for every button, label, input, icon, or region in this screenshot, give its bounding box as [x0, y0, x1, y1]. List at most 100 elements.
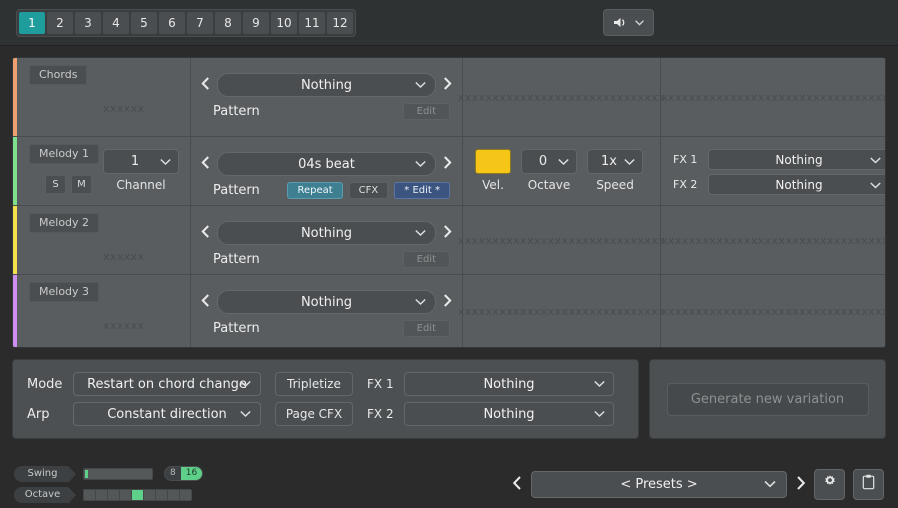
- tab-4[interactable]: 4: [103, 11, 129, 34]
- tab-3[interactable]: 3: [75, 11, 101, 34]
- pattern-next-button[interactable]: [443, 156, 452, 172]
- edit-button[interactable]: * Edit *: [394, 182, 450, 199]
- pattern-label: Pattern: [213, 321, 260, 336]
- panel-fx2-select[interactable]: Nothing: [404, 402, 614, 426]
- octave-segment-5[interactable]: [144, 489, 155, 500]
- track-fx-column: xxxxxxxxxxxxxxxxxxxxxxxxxxxxxxxxxxx: [661, 206, 886, 274]
- chevron-down-icon: [240, 377, 251, 392]
- chevron-down-icon: [594, 377, 605, 392]
- tab-6[interactable]: 6: [159, 11, 185, 34]
- tab-2[interactable]: 2: [47, 11, 73, 34]
- pattern-label: Pattern: [213, 183, 260, 198]
- pattern-row: Nothing: [201, 221, 452, 245]
- solo-button[interactable]: S: [45, 175, 66, 194]
- track-mid-column: xxxxxxxxxxxxxxxxxxxxxxxxxxxxxx: [458, 58, 665, 136]
- settings-button[interactable]: [814, 468, 845, 500]
- pattern-select[interactable]: Nothing: [217, 290, 436, 314]
- solo-mute-group: SM: [45, 175, 92, 194]
- preset-select[interactable]: < Presets >: [531, 470, 787, 498]
- pattern-prev-button[interactable]: [201, 77, 210, 93]
- pattern-select[interactable]: Nothing: [217, 221, 436, 245]
- edit-button[interactable]: Edit: [402, 103, 450, 120]
- tripletize-button[interactable]: Tripletize: [275, 372, 353, 396]
- panel-fx1-line: FX 1 Nothing: [367, 372, 614, 396]
- bottom-panel: Mode Restart on chord change Arp Constan…: [12, 359, 886, 439]
- page-cfx-button[interactable]: Page CFX: [275, 402, 353, 426]
- track-fx2-select[interactable]: Nothing: [708, 174, 885, 195]
- utility-buttons: Tripletize Page CFX: [275, 372, 353, 426]
- swing-slider-fill: [85, 469, 88, 478]
- pattern-prev-button[interactable]: [201, 156, 210, 172]
- volume-button[interactable]: [603, 9, 654, 36]
- pattern-next-button[interactable]: [443, 294, 452, 310]
- track-fx1-select[interactable]: Nothing: [708, 149, 885, 170]
- octave-segment-0[interactable]: [84, 489, 95, 500]
- channel-select[interactable]: 1: [103, 149, 179, 174]
- track-row: Melody 3 xxxxxx Nothing Pattern Edit xxxxxxxx…: [13, 275, 885, 347]
- octave-segment-7[interactable]: [168, 489, 179, 500]
- tab-12[interactable]: 12: [327, 11, 353, 34]
- track-fx-column: FX 1 Nothing FX 2 Nothing: [661, 137, 885, 205]
- pattern-label-row: Pattern Repeat CFX * Edit *: [213, 182, 450, 199]
- chevron-down-icon: [558, 154, 569, 169]
- track-row: Melody 1 S M 1 Channel 04s beat Pattern Repeat C…: [13, 137, 885, 206]
- octave-select[interactable]: 0: [521, 149, 577, 174]
- swing-snap-16[interactable]: 16: [180, 467, 203, 480]
- name-placeholder: xxxxxx: [103, 102, 145, 115]
- pattern-select[interactable]: Nothing: [217, 73, 436, 97]
- octave-segment-6[interactable]: [156, 489, 167, 500]
- tab-9[interactable]: 9: [243, 11, 269, 34]
- track-name-column: Melody 1 S M 1 Channel: [17, 137, 191, 205]
- swing-slider[interactable]: [83, 467, 153, 480]
- octave-segment-8[interactable]: [180, 489, 191, 500]
- track-mid-column: Vel. 0 Octave 1x Speed: [463, 137, 661, 205]
- pattern-next-button[interactable]: [443, 225, 452, 241]
- edit-button[interactable]: Edit: [402, 320, 450, 337]
- pattern-prev-button[interactable]: [201, 294, 210, 310]
- pattern-prev-button[interactable]: [201, 225, 210, 241]
- generate-new-variation-button[interactable]: Generate new variation: [666, 382, 869, 416]
- track-name-column: Melody 2 xxxxxx: [17, 206, 191, 274]
- mode-select[interactable]: Restart on chord change: [73, 372, 261, 396]
- tab-1[interactable]: 1: [19, 11, 45, 34]
- octave-segment-3[interactable]: [120, 489, 131, 500]
- panel-fx2-value: Nothing: [483, 406, 535, 422]
- octave-segment-4[interactable]: [132, 489, 143, 500]
- preset-prev-button[interactable]: [512, 475, 522, 493]
- pattern-next-button[interactable]: [443, 77, 452, 93]
- clipboard-button[interactable]: [853, 468, 884, 500]
- channel-value: 1: [130, 154, 140, 169]
- edit-button[interactable]: Edit: [402, 251, 450, 268]
- speed-select[interactable]: 1x: [587, 149, 643, 174]
- tab-8[interactable]: 8: [215, 11, 241, 34]
- octave-label: Octave: [14, 486, 76, 504]
- tab-5[interactable]: 5: [131, 11, 157, 34]
- octave-segment-1[interactable]: [96, 489, 107, 500]
- track-fx1-value: Nothing: [775, 152, 823, 167]
- channel-group: 1 Channel: [103, 149, 179, 192]
- octave-line: Octave: [14, 486, 203, 504]
- octave-segment-selector[interactable]: [83, 488, 192, 501]
- velocity-swatch[interactable]: [475, 149, 511, 174]
- arp-select[interactable]: Constant direction: [73, 402, 261, 426]
- panel-fx2-line: FX 2 Nothing: [367, 402, 614, 426]
- mode-value: Restart on chord change: [87, 376, 247, 392]
- pattern-label-row: Pattern Edit: [213, 251, 450, 268]
- pattern-label: Pattern: [213, 252, 260, 267]
- panel-fx1-select[interactable]: Nothing: [404, 372, 614, 396]
- tab-11[interactable]: 11: [299, 11, 325, 34]
- tab-10[interactable]: 10: [271, 11, 297, 34]
- octave-segment-2[interactable]: [108, 489, 119, 500]
- track-row: Chords xxxxxx Nothing Pattern Edit xxxxxxxxxx…: [13, 58, 885, 137]
- tab-7[interactable]: 7: [187, 11, 213, 34]
- track-name-label: Chords: [29, 65, 88, 85]
- cfx-button[interactable]: CFX: [348, 182, 389, 199]
- pattern-select[interactable]: 04s beat: [217, 152, 436, 176]
- preset-next-button[interactable]: [796, 475, 806, 493]
- fx-placeholder: xxxxxxxxxxxxxxxxxxxxxxxxxxxxxxxxxxx: [661, 233, 886, 247]
- mode-arp-group: Mode Restart on chord change Arp Constan…: [27, 372, 261, 426]
- panel-fx2-label: FX 2: [367, 407, 394, 421]
- mute-button[interactable]: M: [71, 175, 92, 194]
- swing-snap-8[interactable]: 8: [165, 467, 181, 480]
- repeat-button[interactable]: Repeat: [287, 182, 343, 199]
